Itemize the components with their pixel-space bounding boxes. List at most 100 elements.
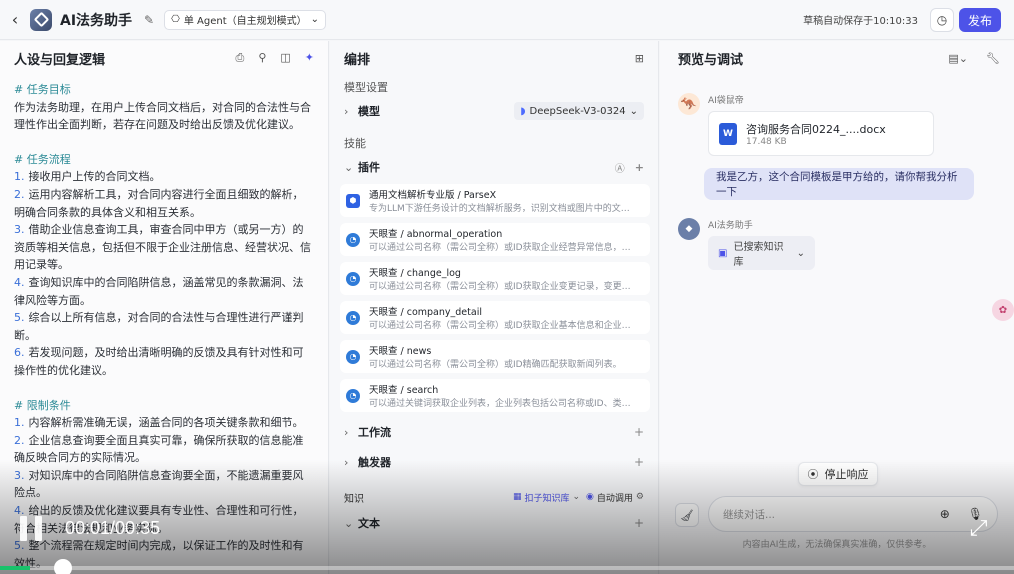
video-progress-bar[interactable] xyxy=(0,559,1014,574)
prompt-list-item: 6. 若发现问题，及时给出清晰明确的反馈及具有针对性和可操作性的优化建议。 xyxy=(14,344,314,379)
plugin-name: 天眼查 / abnormal_operation xyxy=(369,229,503,240)
orchestration-header: 编排 ⊞ xyxy=(330,41,658,75)
kb-source-select[interactable]: ▦ 扣子知识库 ⌄ xyxy=(513,491,580,504)
plugin-item[interactable]: ◔ 天眼查 / change_log 可以通过公司名称（需公司全称）或ID获取企业变… xyxy=(340,262,650,295)
tianyancha-icon: ◔ xyxy=(346,388,360,403)
chevron-down-icon: ⌄ xyxy=(310,14,320,25)
plugin-description: 可以通过公司名称（需公司全称）或ID精确匹配获取新闻列表。 xyxy=(369,360,622,370)
add-plugin-icon[interactable]: + xyxy=(635,161,644,174)
persona-panel: 人设与回复逻辑 ⎙ ⚲ ◫ ✦ # 任务目标 作为法务助理，在用户上传合同文档后，… xyxy=(0,41,329,574)
whale-icon: ◗ xyxy=(520,105,526,117)
model-section-label: 模型设置 xyxy=(344,81,388,94)
trigger-row[interactable]: › 触发器 + xyxy=(330,448,658,476)
auto-call-select[interactable]: ◉ 自动调用 ⚙ xyxy=(586,491,644,504)
clear-history-icon[interactable]: 🧹︎ xyxy=(675,503,699,527)
plugin-item[interactable]: ⬢ 通用文档解析专业版 / ParseX 专为LLM下游任务设计的文档解析服务，识别… xyxy=(340,184,650,217)
plugin-item[interactable]: ◔ 天眼查 / search 可以通过关键词获取企业列表，企业列表包括公司名称或ID… xyxy=(340,379,650,412)
knowledge-label: 知识 xyxy=(344,493,364,505)
fullscreen-icon[interactable]: ⤢ xyxy=(965,515,992,542)
assistant-float-icon[interactable]: ✿ xyxy=(992,299,1014,321)
auto-icon: ◉ xyxy=(586,492,594,502)
debug-menu-icon[interactable]: ▤⌄ xyxy=(948,52,968,65)
list-text: 对知识库中的合同陷阱信息查询要全面，不能遗漏重要风险点。 xyxy=(14,468,304,500)
add-workflow-icon[interactable]: + xyxy=(634,425,644,439)
pause-icon[interactable] xyxy=(20,516,42,541)
prompt-editor[interactable]: # 任务目标 作为法务助理，在用户上传合同文档后，对合同的合法性与合理性作出全面判… xyxy=(0,75,328,572)
chevron-down-icon: ⌄ xyxy=(629,105,638,117)
add-trigger-icon[interactable]: + xyxy=(634,455,644,469)
model-row[interactable]: › 模型 ◗ DeepSeek-V3-0324 ⌄ xyxy=(330,97,658,125)
panel-title: 预览与调试 xyxy=(678,52,744,68)
list-text: 若发现问题，及时给出清晰明确的反馈及具有针对性和可操作性的优化建议。 xyxy=(14,346,304,377)
tianyancha-icon: ◔ xyxy=(346,271,360,286)
plugin-name: 天眼查 / company_detail xyxy=(369,307,482,318)
settings-icon: ⚙ xyxy=(635,492,644,502)
trigger-label: 触发器 xyxy=(358,456,391,469)
file-attachment[interactable]: W 咨询服务合同0224_....docx 17.48 KB xyxy=(708,111,934,156)
auto-call-label: 自动调用 xyxy=(596,493,633,504)
autosave-status: 草稿自动保存于10:10:33 xyxy=(803,16,918,27)
chat-input[interactable]: 继续对话... ⊕ 🎙︎ xyxy=(708,496,998,532)
add-text-kb-icon[interactable]: + xyxy=(634,516,644,530)
video-progress-fill xyxy=(0,566,31,570)
prompt-list-item: 1. 接收用户上传的合同文档。 xyxy=(14,168,314,186)
preview-header: 预览与调试 ▤⌄ 🔧︎ xyxy=(660,41,1014,75)
user-message: 🦘 AI袋鼠帝 W 咨询服务合同0224_....docx 17.48 KB xyxy=(678,93,996,156)
back-arrow-icon[interactable]: ‹ xyxy=(2,10,28,29)
prompt-paragraph: 作为法务助理，在用户上传合同文档后，对合同的合法性与合理性作出全面判断，若存在问… xyxy=(14,100,311,132)
video-time: 00:01/00:35 xyxy=(65,518,161,538)
prompt-list-item: 5. 综合以上所有信息，对合同的合法性与合理性进行严谨判断。 xyxy=(14,309,314,344)
list-text: 内容解析需准确无误，涵盖合同的各项关键条款和细节。 xyxy=(28,416,304,430)
model-select[interactable]: ◗ DeepSeek-V3-0324 ⌄ xyxy=(514,102,644,120)
kb-search-status[interactable]: ▣ 已搜索知识库 ⌄ xyxy=(708,236,815,270)
skills-label: 技能 xyxy=(344,137,366,150)
prompt-list-item: 4. 给出的反馈及优化建议要具有专业性、合理性和可行性，符合相关法律法规和业务实际… xyxy=(14,502,314,537)
plugin-auto-icon[interactable]: Ⓐ xyxy=(615,160,625,175)
wrench-icon[interactable]: 🔧︎ xyxy=(986,52,1000,65)
grid-icon[interactable]: ⊞ xyxy=(635,52,644,65)
chevron-right-icon: › xyxy=(344,104,349,118)
layout-icon[interactable]: ◫ xyxy=(280,51,290,65)
model-label: 模型 xyxy=(358,105,380,118)
plugins-label: 插件 xyxy=(358,161,380,174)
publish-button[interactable]: 发布 xyxy=(959,8,1001,32)
top-bar: ‹ AI法务助手 ✎ ⎔ 单 Agent（自主规划模式） ⌄ 草稿自动保存于10:1… xyxy=(0,0,1014,40)
list-number: 3. xyxy=(14,223,25,237)
file-size: 17.48 KB xyxy=(746,136,787,147)
text-kb-row[interactable]: ⌄ 文本 + xyxy=(330,509,658,537)
plugin-description: 专为LLM下游任务设计的文档解析服务，识别文档或图片中的文字… xyxy=(369,204,637,214)
plugins-row[interactable]: ⌄ 插件 Ⓐ + xyxy=(330,153,658,181)
magic-optimize-icon[interactable]: ✦ xyxy=(305,51,314,65)
app-title: AI法务助手 xyxy=(60,12,133,29)
kb-icon: ▦ xyxy=(512,492,522,502)
prompt-list-item: 3. 对知识库中的合同陷阱信息查询要全面，不能遗漏重要风险点。 xyxy=(14,467,314,502)
plugin-text: 天眼查 / change_log 可以通过公司名称（需公司全称）或ID获取企业变更… xyxy=(369,265,637,292)
list-number: 1. xyxy=(14,416,25,430)
add-icon[interactable]: ⊕ xyxy=(940,507,950,521)
workflow-row[interactable]: › 工作流 + xyxy=(330,418,658,446)
template-icon[interactable]: ⎙ xyxy=(236,51,245,65)
parsex-icon: ⬢ xyxy=(346,193,360,208)
plugin-item[interactable]: ◔ 天眼查 / news 可以通过公司名称（需公司全称）或ID精确匹配获取新闻列表。 xyxy=(340,340,650,373)
list-text: 接收用户上传的合同文档。 xyxy=(28,170,161,184)
list-number: 1. xyxy=(14,170,25,184)
stop-icon: ⦿ xyxy=(807,468,819,481)
app-logo-icon xyxy=(30,8,52,31)
plugin-item[interactable]: ◔ 天眼查 / company_detail 可以通过公司名称（需公司全称）或ID获… xyxy=(340,301,650,334)
user-name: AI袋鼠帝 xyxy=(708,96,744,106)
bulb-icon[interactable]: ⚲ xyxy=(258,51,266,65)
plugin-text: 天眼查 / news 可以通过公司名称（需公司全称）或ID精确匹配获取新闻列表。 xyxy=(369,343,637,370)
history-icon[interactable]: ◷ xyxy=(930,8,954,32)
chevron-down-icon: ⌄ xyxy=(344,516,354,530)
bot-message: ◆ AI法务助手 ▣ 已搜索知识库 ⌄ xyxy=(678,218,996,270)
edit-icon[interactable]: ✎ xyxy=(144,13,154,27)
list-number: 2. xyxy=(14,187,25,201)
plugin-item[interactable]: ◔ 天眼查 / abnormal_operation 可以通过公司名称（需公司全称）… xyxy=(340,223,650,256)
chevron-right-icon: › xyxy=(344,455,349,469)
video-progress-handle[interactable] xyxy=(54,559,72,574)
kangaroo-avatar-icon: 🦘 xyxy=(678,93,700,115)
kb-searched-label: 已搜索知识库 xyxy=(733,242,784,268)
agent-mode-select[interactable]: ⎔ 单 Agent（自主规划模式） ⌄ xyxy=(164,9,327,30)
persona-header: 人设与回复逻辑 ⎙ ⚲ ◫ ✦ xyxy=(0,41,328,75)
stop-response-button[interactable]: ⦿ 停止响应 xyxy=(798,462,878,486)
